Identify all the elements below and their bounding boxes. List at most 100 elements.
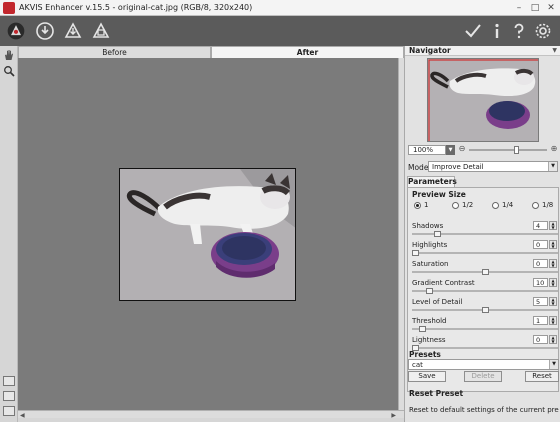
slider-handle[interactable] <box>426 288 433 294</box>
presets-title: Presets <box>409 350 441 359</box>
param-label: Level of Detail <box>412 298 463 306</box>
hand-icon[interactable] <box>2 48 16 62</box>
spinner-icon[interactable]: ▲ ▼ <box>549 335 557 344</box>
param-value-field[interactable]: 5 <box>533 297 548 306</box>
view-tabs: Before After <box>18 46 404 58</box>
minimize-icon[interactable]: – <box>512 1 526 15</box>
close-icon[interactable]: ✕ <box>544 1 558 15</box>
preview-size-option[interactable]: 1/2 <box>452 201 473 209</box>
param-value-field[interactable]: 1 <box>533 316 548 325</box>
window-title: AKVIS Enhancer v.15.5 - original-cat.jpg… <box>19 3 253 12</box>
param-label: Lightness <box>412 336 446 344</box>
spinner-icon[interactable]: ▲ ▼ <box>549 259 557 268</box>
param-slider[interactable] <box>412 231 558 237</box>
param-slider[interactable] <box>412 288 558 294</box>
zoom-slider[interactable] <box>469 146 547 154</box>
param-highlights: Highlights 0 ▲ ▼ <box>412 240 558 259</box>
save-preset-button[interactable]: Save <box>408 371 446 382</box>
mode-select[interactable]: Improve Detail ▼ <box>428 161 558 172</box>
spinner-icon[interactable]: ▲ ▼ <box>549 278 557 287</box>
presets-value: cat <box>412 361 423 369</box>
slider-handle[interactable] <box>482 269 489 275</box>
presets-select[interactable]: cat ▼ <box>408 359 559 370</box>
spinner-icon[interactable]: ▲ ▼ <box>549 316 557 325</box>
settings-gear-icon[interactable] <box>532 20 554 42</box>
help-icon[interactable] <box>508 20 530 42</box>
preview-size-option[interactable]: 1/8 <box>532 201 553 209</box>
radio-icon[interactable] <box>452 201 459 209</box>
open-icon[interactable] <box>34 20 56 42</box>
preview-size-title: Preview Size <box>412 190 466 199</box>
reset-preset-button[interactable]: Reset <box>525 371 559 382</box>
photo-preview <box>119 168 296 301</box>
app-logo-icon <box>3 2 15 14</box>
spinner-icon[interactable]: ▲ ▼ <box>549 240 557 249</box>
chevron-down-icon[interactable]: ▼ <box>548 162 557 171</box>
param-label: Threshold <box>412 317 447 325</box>
param-value-field[interactable]: 4 <box>533 221 548 230</box>
akvis-logo-icon <box>4 19 28 43</box>
chevron-down-icon[interactable]: ▼ <box>549 360 558 369</box>
zoom-icon[interactable] <box>2 64 16 78</box>
info-icon[interactable] <box>486 20 508 42</box>
slider-handle[interactable] <box>412 250 419 256</box>
navigator-title: Navigator <box>409 46 451 55</box>
hint-text: Reset to default settings of the current… <box>409 406 559 414</box>
slider-handle[interactable] <box>419 326 426 332</box>
param-threshold: Threshold 1 ▲ ▼ <box>412 316 558 335</box>
view-single-icon[interactable] <box>3 376 15 386</box>
param-slider[interactable] <box>412 345 558 351</box>
mode-value: Improve Detail <box>432 163 484 171</box>
scroll-right-icon[interactable]: ▶ <box>391 412 396 419</box>
param-shadows: Shadows 4 ▲ ▼ <box>412 221 558 240</box>
image-canvas[interactable] <box>18 58 398 410</box>
left-tool-column <box>0 46 18 422</box>
horizontal-scrollbar[interactable]: ◀ ▶ <box>18 410 404 419</box>
hint-title: Reset Preset <box>409 389 464 398</box>
preview-size-option[interactable]: 1/4 <box>492 201 513 209</box>
delete-preset-button[interactable]: Delete <box>464 371 502 382</box>
save-icon[interactable] <box>62 20 84 42</box>
param-value-field[interactable]: 0 <box>533 335 548 344</box>
slider-handle[interactable] <box>482 307 489 313</box>
preview-size-option[interactable]: 1 <box>414 201 428 209</box>
navigator-thumbnail[interactable] <box>427 58 539 142</box>
view-split-icon[interactable] <box>3 391 15 401</box>
param-slider[interactable] <box>412 250 558 256</box>
collapse-chevron-icon[interactable]: ▼ <box>552 46 557 56</box>
zoom-in-icon[interactable]: ⊕ <box>549 144 559 155</box>
tab-before[interactable]: Before <box>18 46 211 58</box>
param-value-field[interactable]: 0 <box>533 259 548 268</box>
radio-icon[interactable] <box>492 201 499 209</box>
zoom-slider-handle[interactable] <box>514 146 519 154</box>
tab-parameters[interactable]: Parameters <box>407 176 457 187</box>
param-gradient-contrast: Gradient Contrast 10 ▲ ▼ <box>412 278 558 297</box>
zoom-level-field[interactable]: 100% <box>408 145 446 155</box>
slider-handle[interactable] <box>434 231 441 237</box>
param-slider[interactable] <box>412 326 558 332</box>
radio-selected-icon[interactable] <box>414 201 421 209</box>
tab-after[interactable]: After <box>211 46 404 58</box>
radio-icon[interactable] <box>532 201 539 209</box>
navigator-header: Navigator ▼ <box>405 46 560 56</box>
param-label: Shadows <box>412 222 444 230</box>
scroll-left-icon[interactable]: ◀ <box>20 412 25 419</box>
spinner-icon[interactable]: ▲ ▼ <box>549 221 557 230</box>
param-slider[interactable] <box>412 269 558 275</box>
view-toggle-icon[interactable] <box>3 406 15 416</box>
spinner-icon[interactable]: ▲ ▼ <box>549 297 557 306</box>
zoom-dropdown-icon[interactable]: ▼ <box>446 145 455 155</box>
param-value-field[interactable]: 10 <box>533 278 548 287</box>
print-icon[interactable] <box>90 20 112 42</box>
param-slider[interactable] <box>412 307 558 313</box>
title-bar: AKVIS Enhancer v.15.5 - original-cat.jpg… <box>0 0 560 16</box>
param-value-field[interactable]: 0 <box>533 240 548 249</box>
param-label: Gradient Contrast <box>412 279 475 287</box>
param-level-of-detail: Level of Detail 5 ▲ ▼ <box>412 297 558 316</box>
param-saturation: Saturation 0 ▲ ▼ <box>412 259 558 278</box>
maximize-icon[interactable]: □ <box>528 1 542 15</box>
zoom-out-icon[interactable]: ⊖ <box>457 144 467 155</box>
main-toolbar <box>0 16 560 46</box>
settings-panel: Navigator ▼ 100% ▼ ⊖ ⊕ Mode: Improve Det… <box>404 46 560 422</box>
apply-check-icon[interactable] <box>462 20 484 42</box>
